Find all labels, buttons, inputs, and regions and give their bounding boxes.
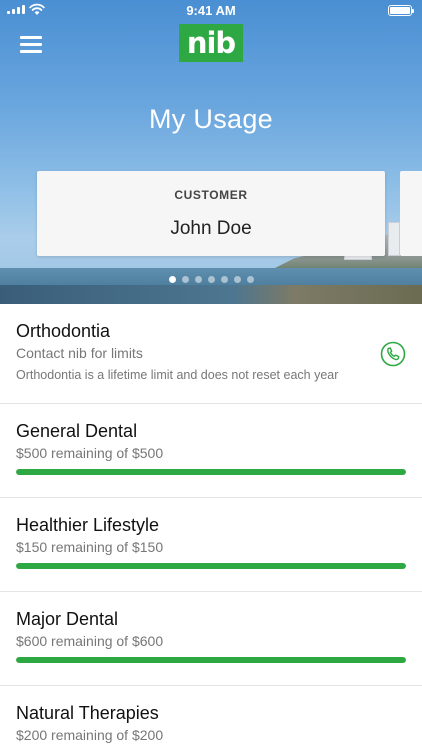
hamburger-icon: [20, 50, 42, 53]
battery-icon: [388, 5, 414, 16]
pagination-dot[interactable]: [246, 276, 254, 283]
customer-card-label: CUSTOMER: [174, 188, 248, 202]
carousel-pagination: [0, 276, 422, 283]
usage-progress-fill: [16, 469, 406, 475]
pagination-dot[interactable]: [233, 276, 241, 283]
benefit-name: Major Dental: [16, 609, 119, 629]
benefit-name: Natural Therapies: [16, 703, 159, 723]
nib-logo: nib: [179, 24, 243, 62]
benefit-limit-text: Contact nib for limits: [16, 345, 143, 361]
benefit-name: Orthodontia: [16, 321, 111, 341]
customer-card[interactable]: CUSTOMER John Doe: [37, 171, 385, 256]
benefit-name: Healthier Lifestyle: [16, 515, 160, 535]
next-card-peek[interactable]: [400, 171, 422, 256]
benefit-remaining-text: $500 remaining of $500: [16, 445, 164, 461]
status-bar: 9:41 AM: [0, 0, 422, 22]
usage-progress-bar: [16, 657, 406, 663]
benefit-remaining-text: $200 remaining of $200: [16, 727, 164, 743]
customer-name: John Doe: [170, 218, 252, 239]
list-item[interactable]: Natural Therapies $200 remaining of $200: [0, 686, 422, 750]
phone-icon[interactable]: [380, 341, 406, 367]
pagination-dot[interactable]: [194, 276, 202, 283]
list-item[interactable]: Healthier Lifestyle $150 remaining of $1…: [0, 498, 422, 592]
hamburger-icon: [20, 43, 42, 46]
pagination-dot[interactable]: [168, 276, 176, 283]
status-time: 9:41 AM: [186, 3, 236, 18]
benefit-note: Orthodontia is a lifetime limit and does…: [16, 368, 339, 382]
usage-progress-fill: [16, 563, 406, 569]
shoreline-image: [0, 285, 422, 304]
usage-progress-bar: [16, 563, 406, 569]
page-title: My Usage: [149, 104, 273, 134]
usage-progress-fill: [16, 657, 406, 663]
pagination-dot[interactable]: [181, 276, 189, 283]
benefit-remaining-text: $150 remaining of $150: [16, 539, 164, 555]
pagination-dot[interactable]: [220, 276, 228, 283]
menu-button[interactable]: [20, 36, 42, 53]
hamburger-icon: [20, 36, 42, 39]
list-item[interactable]: General Dental $500 remaining of $500: [0, 404, 422, 498]
building-image: [388, 222, 400, 256]
benefit-name: General Dental: [16, 421, 138, 441]
list-item[interactable]: Major Dental $600 remaining of $600: [0, 592, 422, 686]
usage-progress-bar: [16, 469, 406, 475]
pagination-dot[interactable]: [207, 276, 215, 283]
usage-list: Orthodontia Contact nib for limits Ortho…: [0, 304, 422, 750]
benefit-remaining-text: $600 remaining of $600: [16, 633, 164, 649]
list-item[interactable]: Orthodontia Contact nib for limits Ortho…: [0, 304, 422, 404]
